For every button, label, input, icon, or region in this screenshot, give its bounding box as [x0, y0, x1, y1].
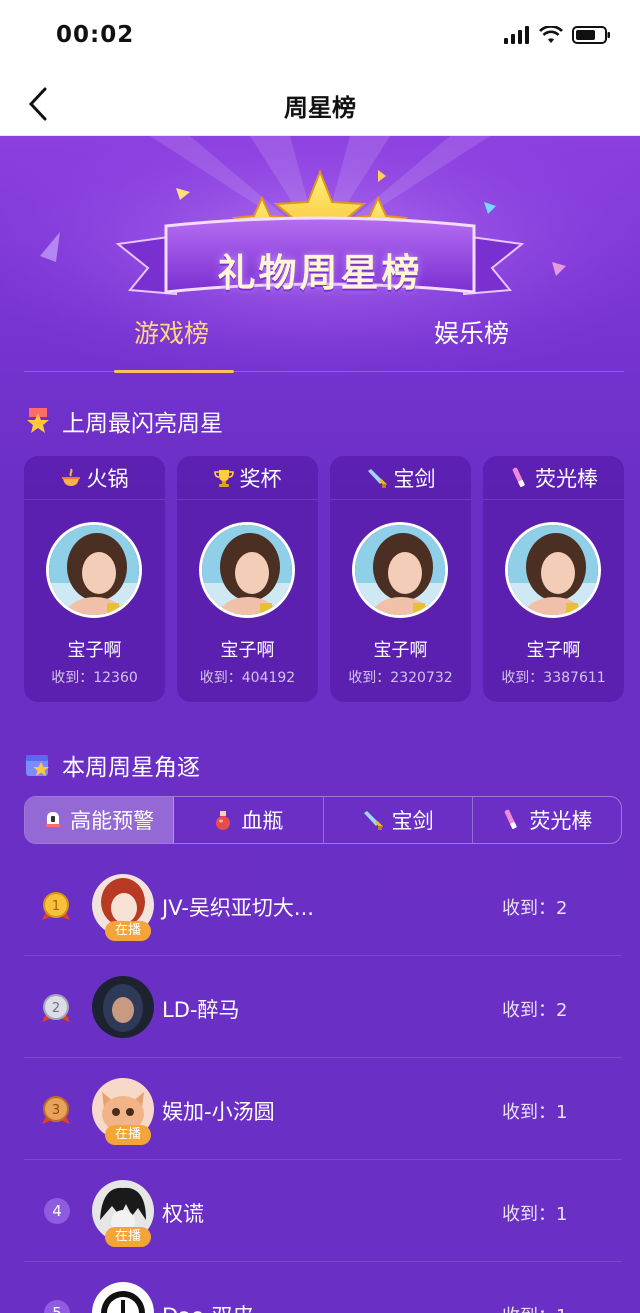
svg-text:2: 2 — [52, 1001, 60, 1016]
card-user-name: 宝子啊 — [373, 640, 428, 661]
star-card-hotpot[interactable]: 火锅 宝子啊 收到：12360 — [24, 456, 165, 702]
status-icons — [504, 24, 612, 46]
live-badge: 在播 — [105, 1227, 151, 1247]
card-gift-label: 宝剑 — [393, 466, 436, 491]
silver-medal-icon: 2 — [42, 994, 70, 1022]
potion-icon — [216, 811, 231, 830]
section-this-week-title: 本周周星角逐 — [62, 755, 200, 781]
row-user-name: JV-吴织亚切大... — [162, 896, 314, 920]
glowstick-icon — [505, 809, 518, 830]
card-user-name: 宝子啊 — [67, 640, 122, 661]
svg-text:3: 3 — [52, 1103, 60, 1118]
ranking-row[interactable]: 3 在播 娱加-小汤圆 收到：1 — [24, 1058, 622, 1160]
svg-text:1: 1 — [52, 899, 60, 914]
card-received-count: 收到：3387611 — [501, 670, 606, 686]
card-user-name: 宝子啊 — [526, 640, 581, 661]
row-user-name: 娱加-小汤圆 — [162, 1100, 275, 1124]
filter-potion[interactable]: 血瓶 — [174, 797, 324, 843]
avatar — [352, 522, 448, 618]
avatar — [46, 522, 142, 618]
ranking-row[interactable]: 1 在播 JV-吴织亚切大... 收到：2 — [24, 854, 622, 956]
hotpot-icon — [61, 467, 80, 486]
avatar — [505, 522, 601, 618]
star-card-sword[interactable]: 宝剑 宝子啊 收到：2320732 — [330, 456, 471, 702]
row-user-name: Dae-双皮 — [162, 1300, 254, 1313]
last-week-cards: 火锅 宝子啊 收到：12360 奖杯 宝子啊 收到：404192 宝剑 宝子啊 … — [24, 456, 624, 702]
section-this-week: 本周周星角逐 — [24, 748, 200, 782]
ranking-row[interactable]: 5 Dae-双皮 收到：1 — [24, 1262, 622, 1313]
glowstick-icon — [512, 467, 525, 487]
card-gift-label: 奖杯 — [239, 466, 282, 491]
sword-icon — [367, 468, 387, 488]
trophy-icon — [213, 469, 234, 487]
section-last-week-title: 上周最闪亮周星 — [62, 411, 223, 437]
card-header: 荧光棒 — [483, 456, 624, 500]
tab-game[interactable]: 游戏榜 — [134, 314, 209, 350]
rank-number: 5 — [44, 1300, 70, 1313]
bronze-medal-icon: 3 — [42, 1096, 70, 1124]
gold-medal-icon: 1 — [42, 892, 70, 920]
card-received-count: 收到：404192 — [199, 670, 296, 686]
row-user-name: 权谎 — [162, 1202, 204, 1226]
star-card-trophy[interactable]: 奖杯 宝子啊 收到：404192 — [177, 456, 318, 702]
card-received-count: 收到：12360 — [51, 670, 138, 686]
alert-icon — [46, 812, 61, 827]
filter-sword[interactable]: 宝剑 — [324, 797, 473, 843]
avatar — [92, 1282, 154, 1313]
page-title: 周星榜 — [284, 94, 356, 122]
card-user-name: 宝子啊 — [220, 640, 275, 661]
avatar — [199, 522, 295, 618]
active-tab-underline — [114, 370, 234, 373]
row-received-count: 收到：1 — [502, 1302, 567, 1313]
row-received-count: 收到：2 — [502, 1000, 568, 1021]
hero-banner-title: 礼物周星榜 — [217, 251, 423, 295]
section-last-week: 上周最闪亮周星 — [24, 404, 223, 438]
gift-filter-tabs: 高能预警 血瓶 宝剑 荧光棒 — [24, 796, 622, 844]
ranking-row[interactable]: 4 在播 权谎 收到：1 — [24, 1160, 622, 1262]
calendar-star-icon — [24, 751, 52, 779]
avatar — [92, 976, 154, 1038]
row-user-name: LD-醉马 — [162, 998, 240, 1022]
filter-high-energy[interactable]: 高能预警 — [25, 797, 175, 843]
rank-number: 4 — [44, 1198, 70, 1224]
filter-glowstick[interactable]: 荧光棒 — [473, 797, 621, 843]
card-gift-label: 荧光棒 — [535, 466, 598, 491]
ranking-tabs: 游戏榜 娱乐榜 — [24, 304, 624, 373]
filter-label: 血瓶 — [241, 809, 284, 833]
star-badge-icon — [24, 407, 52, 435]
card-header: 奖杯 — [177, 456, 318, 500]
ranking-row[interactable]: 2 LD-醉马 收到：2 — [24, 956, 622, 1058]
live-badge: 在播 — [105, 921, 151, 941]
star-card-glowstick[interactable]: 荧光棒 宝子啊 收到：3387611 — [483, 456, 624, 702]
card-header: 宝剑 — [330, 456, 471, 500]
row-received-count: 收到：1 — [502, 1204, 568, 1225]
live-badge: 在播 — [105, 1125, 151, 1145]
wifi-icon — [539, 26, 563, 43]
row-received-count: 收到：2 — [502, 898, 568, 919]
card-gift-label: 火锅 — [86, 466, 129, 491]
card-header: 火锅 — [24, 456, 165, 500]
filter-label: 宝剑 — [391, 809, 434, 833]
filter-label: 荧光棒 — [529, 809, 593, 833]
signal-icon — [504, 26, 529, 44]
status-time: 00:02 — [56, 22, 135, 48]
battery-icon — [572, 26, 610, 44]
status-bar: 00:02 — [0, 0, 640, 70]
nav-bar: 周星榜 — [0, 70, 640, 136]
tab-entertainment[interactable]: 娱乐榜 — [434, 314, 509, 350]
filter-label: 高能预警 — [70, 809, 155, 833]
main-content: 礼物周星榜 游戏榜 娱乐榜 上周最闪亮周星 火锅 宝子啊 收到：12360 奖杯… — [0, 136, 640, 1313]
row-received-count: 收到：1 — [502, 1102, 568, 1123]
card-received-count: 收到：2320732 — [348, 670, 453, 686]
sword-icon — [363, 811, 383, 830]
